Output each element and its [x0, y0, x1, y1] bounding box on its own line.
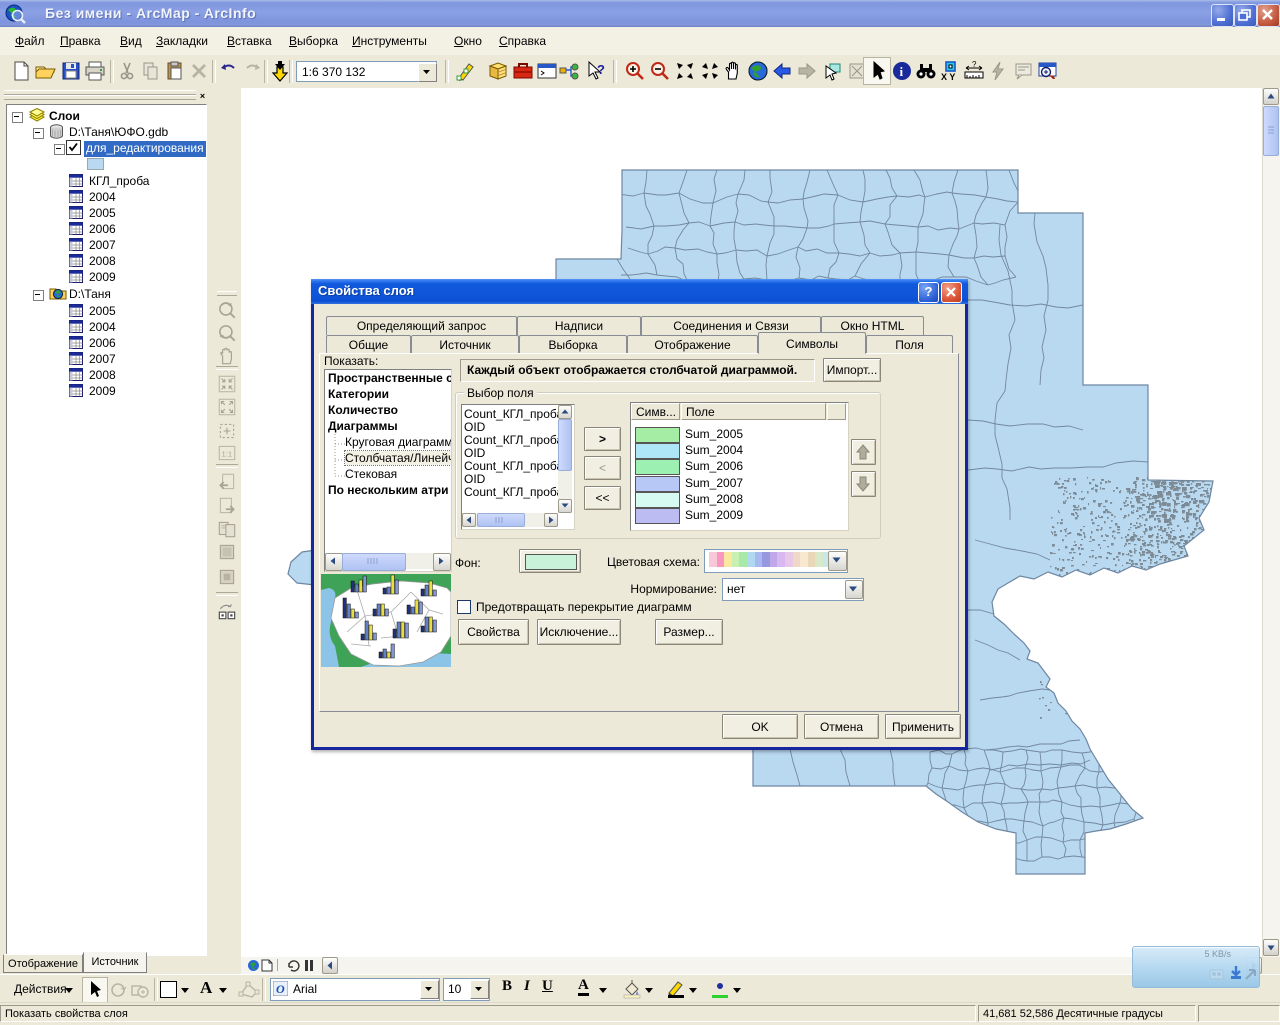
svg-text:O: O: [276, 982, 285, 996]
svg-text:?: ?: [597, 62, 605, 77]
svg-text:1:1: 1:1: [222, 449, 233, 458]
svg-text:X Y: X Y: [941, 72, 955, 82]
svg-text:?: ?: [972, 60, 977, 69]
svg-text:i: i: [900, 64, 904, 79]
